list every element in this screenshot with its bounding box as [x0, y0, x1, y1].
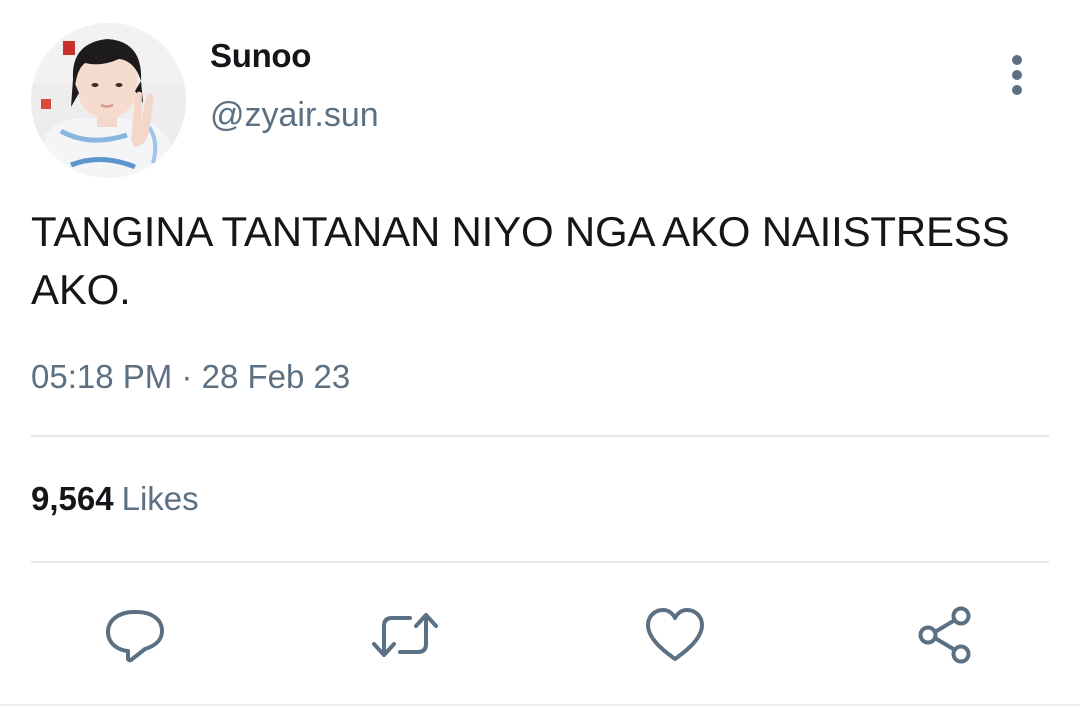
display-name[interactable]: Sunoo	[210, 37, 311, 75]
retweet-icon	[372, 613, 438, 657]
reply-icon	[106, 610, 164, 663]
meta-separator: ·	[181, 358, 193, 395]
tweet-date: 28 Feb 23	[201, 358, 351, 395]
divider	[0, 704, 1080, 706]
profile-photo-image	[31, 23, 186, 178]
share-icon	[918, 606, 971, 664]
heart-icon	[646, 608, 704, 661]
like-button[interactable]	[640, 600, 710, 670]
user-handle[interactable]: @zyair.sun	[210, 96, 379, 135]
tweet-timestamp[interactable]: 05:18 PM · 28 Feb 23	[31, 358, 350, 396]
likes-count: 9,564	[31, 480, 114, 517]
more-vertical-icon	[1012, 55, 1022, 95]
share-button[interactable]	[910, 600, 980, 670]
avatar[interactable]	[31, 23, 186, 178]
likes-label: Likes	[121, 480, 199, 517]
retweet-button[interactable]	[370, 600, 440, 670]
more-options-button[interactable]	[996, 50, 1038, 102]
divider	[31, 435, 1049, 437]
tweet-detail: Sunoo @zyair.sun TANGINA TANTANAN NIYO N…	[0, 0, 1080, 726]
reply-button[interactable]	[100, 600, 170, 670]
divider	[31, 561, 1049, 563]
tweet-time: 05:18 PM	[31, 358, 173, 395]
likes-stat[interactable]: 9,564 Likes	[31, 480, 199, 518]
tweet-text: TANGINA TANTANAN NIYO NGA AKO NAIISTRESS…	[31, 208, 1010, 313]
